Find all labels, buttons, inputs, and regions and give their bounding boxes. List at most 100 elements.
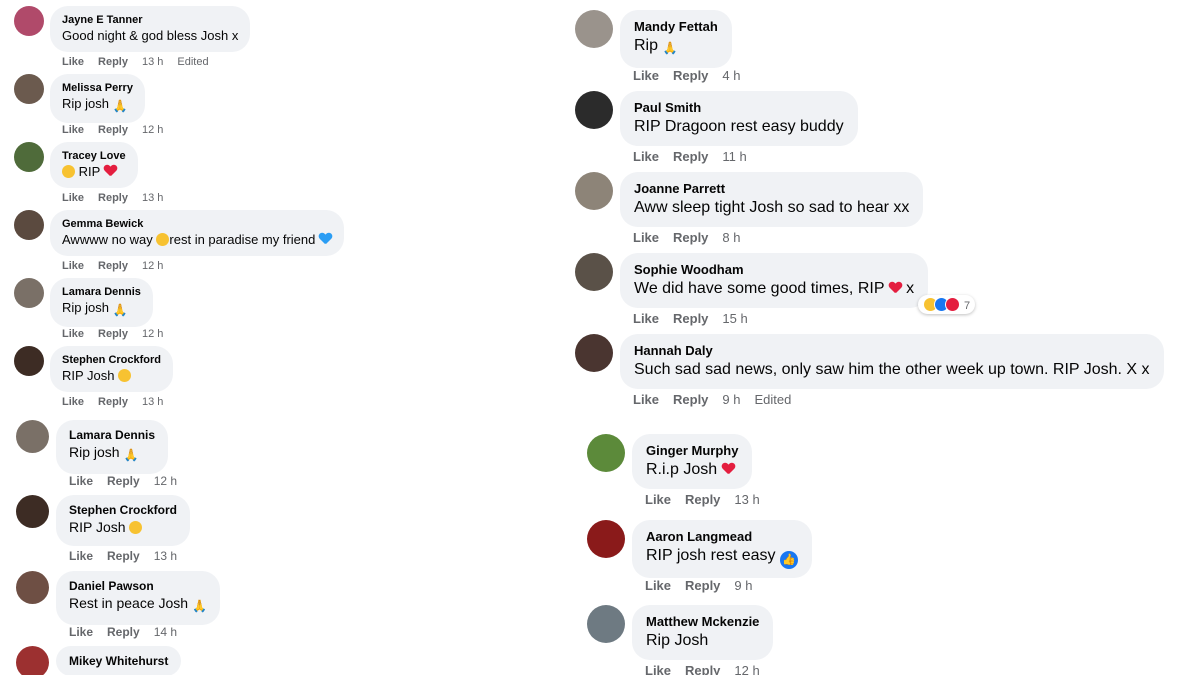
commenter-name[interactable]: Joanne Parrett <box>634 180 909 197</box>
avatar[interactable] <box>14 210 44 240</box>
comment-bubble: Hannah Daly Such sad sad news, only saw … <box>620 334 1164 389</box>
timestamp[interactable]: 13 h <box>142 56 163 68</box>
timestamp[interactable]: 4 h <box>722 68 740 83</box>
avatar[interactable] <box>14 346 44 376</box>
avatar[interactable] <box>14 74 44 104</box>
avatar[interactable] <box>587 520 625 558</box>
like-link[interactable]: Like <box>633 68 659 83</box>
like-link[interactable]: Like <box>633 311 659 326</box>
timestamp[interactable]: 9 h <box>734 578 752 593</box>
timestamp[interactable]: 12 h <box>142 124 163 136</box>
avatar[interactable] <box>587 605 625 643</box>
like-link[interactable]: Like <box>62 56 84 68</box>
reply-link[interactable]: Reply <box>107 474 140 488</box>
avatar[interactable] <box>16 646 49 675</box>
comment-bubble: Jayne E Tanner Good night & god bless Jo… <box>50 6 251 52</box>
like-link[interactable]: Like <box>62 396 84 408</box>
timestamp[interactable]: 12 h <box>734 663 759 675</box>
like-link[interactable]: Like <box>69 549 93 563</box>
commenter-name[interactable]: Paul Smith <box>634 99 844 116</box>
comment-actions: Like Reply 13 h Edited <box>62 56 223 68</box>
reply-link[interactable]: Reply <box>685 578 720 593</box>
comment-actions: Like Reply 12 h <box>69 474 191 488</box>
reply-link[interactable]: Reply <box>673 149 708 164</box>
like-link[interactable]: Like <box>69 625 93 639</box>
like-link[interactable]: Like <box>645 578 671 593</box>
reply-link[interactable]: Reply <box>107 625 140 639</box>
like-link[interactable]: Like <box>62 192 84 204</box>
reply-link[interactable]: Reply <box>685 663 720 675</box>
timestamp[interactable]: 13 h <box>154 549 177 563</box>
avatar[interactable] <box>14 6 44 36</box>
timestamp[interactable]: 13 h <box>142 192 163 204</box>
like-link[interactable]: Like <box>62 260 84 272</box>
avatar[interactable] <box>16 571 49 604</box>
edited-label: Edited <box>754 392 792 407</box>
timestamp[interactable]: 12 h <box>142 328 163 340</box>
timestamp[interactable]: 13 h <box>734 492 759 507</box>
like-link[interactable]: Like <box>633 149 659 164</box>
avatar[interactable] <box>16 495 49 528</box>
like-link[interactable]: Like <box>633 230 659 245</box>
sad-face-icon <box>118 369 132 382</box>
comment-actions: Like Reply 14 h <box>69 625 191 639</box>
timestamp[interactable]: 8 h <box>722 230 740 245</box>
commenter-name[interactable]: Mikey Whitehurst <box>69 653 168 669</box>
reply-link[interactable]: Reply <box>673 68 708 83</box>
reply-link[interactable]: Reply <box>107 549 140 563</box>
reply-link[interactable]: Reply <box>98 124 128 136</box>
avatar[interactable] <box>14 142 44 172</box>
avatar[interactable] <box>16 420 49 453</box>
timestamp[interactable]: 15 h <box>722 311 747 326</box>
avatar[interactable] <box>575 172 613 210</box>
reply-link[interactable]: Reply <box>673 311 708 326</box>
timestamp[interactable]: 11 h <box>722 149 746 164</box>
timestamp[interactable]: 12 h <box>142 260 163 272</box>
commenter-name[interactable]: Tracey Love <box>62 149 126 163</box>
commenter-name[interactable]: Mandy Fettah <box>634 18 718 35</box>
avatar[interactable] <box>575 253 613 291</box>
avatar[interactable] <box>575 91 613 129</box>
reply-link[interactable]: Reply <box>98 328 128 340</box>
like-link[interactable]: Like <box>645 492 671 507</box>
commenter-name[interactable]: Ginger Murphy <box>646 442 738 459</box>
like-reaction-icon: 👍 <box>780 551 798 569</box>
commenter-name[interactable]: Daniel Pawson <box>69 578 207 594</box>
avatar[interactable] <box>575 334 613 372</box>
avatar[interactable] <box>14 278 44 308</box>
timestamp[interactable]: 9 h <box>722 392 740 407</box>
reply-link[interactable]: Reply <box>98 192 128 204</box>
commenter-name[interactable]: Lamara Dennis <box>69 427 155 443</box>
avatar[interactable] <box>575 10 613 48</box>
reply-link[interactable]: Reply <box>685 492 720 507</box>
commenter-name[interactable]: Hannah Daly <box>634 342 1150 359</box>
commenter-name[interactable]: Aaron Langmead <box>646 528 798 545</box>
timestamp[interactable]: 13 h <box>142 396 163 408</box>
like-link[interactable]: Like <box>69 474 93 488</box>
reply-link[interactable]: Reply <box>98 56 128 68</box>
reply-link[interactable]: Reply <box>673 392 708 407</box>
commenter-name[interactable]: Jayne E Tanner <box>62 13 238 27</box>
like-link[interactable]: Like <box>645 663 671 675</box>
reply-link[interactable]: Reply <box>98 396 128 408</box>
comment-bubble: Stephen Crockford RIP Josh <box>50 346 174 392</box>
commenter-name[interactable]: Matthew Mckenzie <box>646 613 759 630</box>
like-link[interactable]: Like <box>62 328 84 340</box>
comment-text: Rip <box>634 37 659 54</box>
avatar[interactable] <box>587 434 625 472</box>
reply-link[interactable]: Reply <box>673 230 708 245</box>
reply-link[interactable]: Reply <box>98 260 128 272</box>
commenter-name[interactable]: Lamara Dennis <box>62 285 141 299</box>
comment-text: RIP Josh <box>69 519 126 535</box>
commenter-name[interactable]: Gemma Bewick <box>62 217 332 231</box>
commenter-name[interactable]: Sophie Woodham <box>634 261 914 278</box>
commenter-name[interactable]: Stephen Crockford <box>62 353 161 367</box>
commenter-name[interactable]: Stephen Crockford <box>69 502 177 518</box>
comment-actions: Like Reply 13 h <box>62 396 177 408</box>
like-link[interactable]: Like <box>633 392 659 407</box>
timestamp[interactable]: 14 h <box>154 625 177 639</box>
commenter-name[interactable]: Melissa Perry <box>62 81 133 95</box>
like-link[interactable]: Like <box>62 124 84 136</box>
timestamp[interactable]: 12 h <box>154 474 177 488</box>
reaction-summary[interactable]: 7 <box>918 295 976 314</box>
